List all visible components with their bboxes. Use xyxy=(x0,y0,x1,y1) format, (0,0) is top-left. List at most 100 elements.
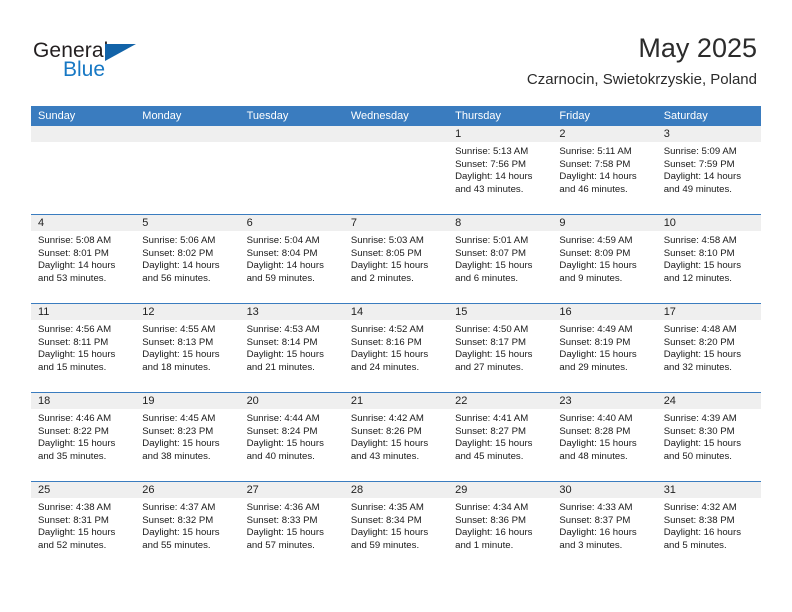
day-cell[interactable]: 27 Sunrise: 4:36 AM Sunset: 8:33 PM Dayligh… xyxy=(239,482,344,570)
day-cell[interactable]: 14 Sunrise: 4:52 AM Sunset: 8:16 PM Dayligh… xyxy=(343,304,449,392)
sunset-time: Sunset: 8:14 PM xyxy=(246,336,318,348)
day-number: 25 xyxy=(31,482,136,498)
daylight-line-1: Daylight: 15 hours xyxy=(350,260,429,272)
sunset-time: Sunset: 8:04 PM xyxy=(246,247,318,259)
day-details: Sunrise: 4:44 AM Sunset: 8:24 PM Daylight:… xyxy=(240,409,344,463)
day-cell[interactable]: 15 Sunrise: 4:50 AM Sunset: 8:17 PM Dayligh… xyxy=(448,304,553,392)
day-number: 1 xyxy=(448,126,553,142)
day-cell[interactable]: 4 Sunrise: 5:08 AM Sunset: 8:01 PM Daylight… xyxy=(31,215,136,303)
daylight-line-1: Daylight: 15 hours xyxy=(142,349,220,361)
daylight-line-2: and 56 minutes. xyxy=(142,272,211,284)
daylight-line-1: Daylight: 15 hours xyxy=(246,438,324,450)
day-cell[interactable]: 21 Sunrise: 4:42 AM Sunset: 8:26 PM Dayligh… xyxy=(343,393,449,481)
day-details: Sunrise: 5:01 AM Sunset: 8:07 PM Daylight:… xyxy=(448,231,552,285)
daylight-line-2: and 46 minutes. xyxy=(559,183,628,195)
day-number: 11 xyxy=(31,304,136,320)
day-cell[interactable]: 30 Sunrise: 4:33 AM Sunset: 8:37 PM Dayligh… xyxy=(552,482,657,570)
day-cell[interactable]: 22 Sunrise: 4:41 AM Sunset: 8:27 PM Dayligh… xyxy=(448,393,553,481)
sunrise-time: Sunrise: 4:56 AM xyxy=(38,324,112,335)
daylight-line-1: Daylight: 15 hours xyxy=(559,260,637,272)
daylight-line-2: and 3 minutes. xyxy=(559,539,623,551)
day-cell[interactable]: 31 Sunrise: 4:32 AM Sunset: 8:38 PM Dayligh… xyxy=(656,482,761,570)
daylight-line-2: and 50 minutes. xyxy=(663,450,732,462)
day-cell[interactable]: 19 Sunrise: 4:45 AM Sunset: 8:23 PM Dayligh… xyxy=(135,393,240,481)
day-cell[interactable]: 13 Sunrise: 4:53 AM Sunset: 8:14 PM Dayligh… xyxy=(239,304,344,392)
day-number: 18 xyxy=(31,393,136,409)
daylight-line-1: Daylight: 15 hours xyxy=(455,349,533,361)
day-cell[interactable]: 28 Sunrise: 4:35 AM Sunset: 8:34 PM Dayligh… xyxy=(343,482,449,570)
sunset-time: Sunset: 8:05 PM xyxy=(350,247,422,259)
day-details: Sunrise: 4:40 AM Sunset: 8:28 PM Daylight:… xyxy=(552,409,656,463)
daylight-line-2: and 1 minute. xyxy=(455,539,514,551)
day-cell[interactable]: 12 Sunrise: 4:55 AM Sunset: 8:13 PM Dayligh… xyxy=(135,304,240,392)
sunrise-time: Sunrise: 4:32 AM xyxy=(663,502,737,513)
sunset-time: Sunset: 8:11 PM xyxy=(38,336,109,348)
day-cell[interactable]: 29 Sunrise: 4:34 AM Sunset: 8:36 PM Dayligh… xyxy=(448,482,553,570)
day-cell[interactable]: 1 Sunrise: 5:13 AM Sunset: 7:56 PM Daylight… xyxy=(448,126,553,214)
day-cell[interactable]: 9 Sunrise: 4:59 AM Sunset: 8:09 PM Daylight… xyxy=(552,215,657,303)
sunset-time: Sunset: 8:17 PM xyxy=(455,336,527,348)
day-cell[interactable]: 23 Sunrise: 4:40 AM Sunset: 8:28 PM Dayligh… xyxy=(552,393,657,481)
day-cell[interactable]: 3 Sunrise: 5:09 AM Sunset: 7:59 PM Daylight… xyxy=(656,126,761,214)
sunset-time: Sunset: 8:22 PM xyxy=(38,425,109,437)
day-cell[interactable]: 18 Sunrise: 4:46 AM Sunset: 8:22 PM Dayligh… xyxy=(31,393,136,481)
day-details: Sunrise: 5:03 AM Sunset: 8:05 PM Daylight:… xyxy=(344,231,448,285)
daylight-line-2: and 29 minutes. xyxy=(559,361,628,373)
weekday-header-saturday: Saturday xyxy=(663,110,708,122)
day-cell-empty xyxy=(239,126,344,214)
title-block: May 2025 Czarnocin, Swietokrzyskie, Pola… xyxy=(527,32,757,90)
sunset-time: Sunset: 8:28 PM xyxy=(559,425,631,437)
weekday-header-thursday: Thursday xyxy=(455,110,501,122)
sunrise-time: Sunrise: 4:42 AM xyxy=(350,413,424,424)
day-details: Sunrise: 4:35 AM Sunset: 8:34 PM Daylight:… xyxy=(344,498,448,552)
day-details: Sunrise: 4:32 AM Sunset: 8:38 PM Daylight:… xyxy=(657,498,761,552)
day-cell[interactable]: 2 Sunrise: 5:11 AM Sunset: 7:58 PM Daylight… xyxy=(552,126,657,214)
day-number: 2 xyxy=(552,126,657,142)
day-details: Sunrise: 5:08 AM Sunset: 8:01 PM Daylight:… xyxy=(31,231,135,285)
day-cell[interactable]: 26 Sunrise: 4:37 AM Sunset: 8:32 PM Dayligh… xyxy=(135,482,240,570)
daylight-line-2: and 5 minutes. xyxy=(663,539,727,551)
sunset-time: Sunset: 8:20 PM xyxy=(663,336,735,348)
day-number: 23 xyxy=(552,393,657,409)
day-cell[interactable]: 25 Sunrise: 4:38 AM Sunset: 8:31 PM Dayligh… xyxy=(31,482,136,570)
daylight-line-2: and 52 minutes. xyxy=(38,539,107,551)
day-cell[interactable]: 8 Sunrise: 5:01 AM Sunset: 8:07 PM Daylight… xyxy=(448,215,553,303)
sunset-time: Sunset: 8:33 PM xyxy=(246,514,318,526)
day-cell[interactable]: 5 Sunrise: 5:06 AM Sunset: 8:02 PM Daylight… xyxy=(135,215,240,303)
day-number: 21 xyxy=(343,393,449,409)
calendar-week-row: 1 Sunrise: 5:13 AM Sunset: 7:56 PM Daylight… xyxy=(31,126,761,214)
daylight-line-1: Daylight: 15 hours xyxy=(350,349,429,361)
day-number: 5 xyxy=(135,215,240,231)
day-details: Sunrise: 4:42 AM Sunset: 8:26 PM Daylight:… xyxy=(344,409,448,463)
day-details: Sunrise: 4:45 AM Sunset: 8:23 PM Daylight:… xyxy=(135,409,239,463)
day-details: Sunrise: 4:46 AM Sunset: 8:22 PM Daylight:… xyxy=(31,409,135,463)
weekday-header-wednesday: Wednesday xyxy=(350,110,409,122)
day-details: Sunrise: 4:55 AM Sunset: 8:13 PM Daylight:… xyxy=(135,320,239,374)
daylight-line-1: Daylight: 16 hours xyxy=(455,527,533,539)
day-cell[interactable]: 16 Sunrise: 4:49 AM Sunset: 8:19 PM Dayligh… xyxy=(552,304,657,392)
daylight-line-2: and 21 minutes. xyxy=(246,361,315,373)
page-title: May 2025 xyxy=(638,33,757,63)
sunset-time: Sunset: 8:34 PM xyxy=(350,514,422,526)
day-cell[interactable]: 17 Sunrise: 4:48 AM Sunset: 8:20 PM Dayligh… xyxy=(656,304,761,392)
daylight-line-1: Daylight: 15 hours xyxy=(663,260,742,272)
day-cell[interactable]: 7 Sunrise: 5:03 AM Sunset: 8:05 PM Daylight… xyxy=(343,215,449,303)
day-cell[interactable]: 10 Sunrise: 4:58 AM Sunset: 8:10 PM Dayligh… xyxy=(656,215,761,303)
sunrise-time: Sunrise: 4:46 AM xyxy=(38,413,112,424)
sunrise-time: Sunrise: 5:06 AM xyxy=(142,235,216,246)
day-number: 3 xyxy=(656,126,761,142)
sunrise-time: Sunrise: 4:44 AM xyxy=(246,413,320,424)
daylight-line-2: and 59 minutes. xyxy=(246,272,315,284)
day-cell[interactable]: 24 Sunrise: 4:39 AM Sunset: 8:30 PM Dayligh… xyxy=(656,393,761,481)
day-cell[interactable]: 11 Sunrise: 4:56 AM Sunset: 8:11 PM Dayligh… xyxy=(31,304,136,392)
sunrise-time: Sunrise: 5:01 AM xyxy=(455,235,529,246)
sunset-time: Sunset: 8:13 PM xyxy=(142,336,214,348)
day-cell[interactable]: 20 Sunrise: 4:44 AM Sunset: 8:24 PM Dayligh… xyxy=(239,393,344,481)
daylight-line-2: and 45 minutes. xyxy=(455,450,524,462)
day-cell[interactable]: 6 Sunrise: 5:04 AM Sunset: 8:04 PM Daylight… xyxy=(239,215,344,303)
daylight-line-2: and 53 minutes. xyxy=(38,272,107,284)
day-details: Sunrise: 5:09 AM Sunset: 7:59 PM Daylight:… xyxy=(657,142,761,196)
general-blue-logo[interactable]: General Blue xyxy=(33,40,203,86)
sunset-time: Sunset: 8:09 PM xyxy=(559,247,631,259)
daylight-line-2: and 18 minutes. xyxy=(142,361,211,373)
